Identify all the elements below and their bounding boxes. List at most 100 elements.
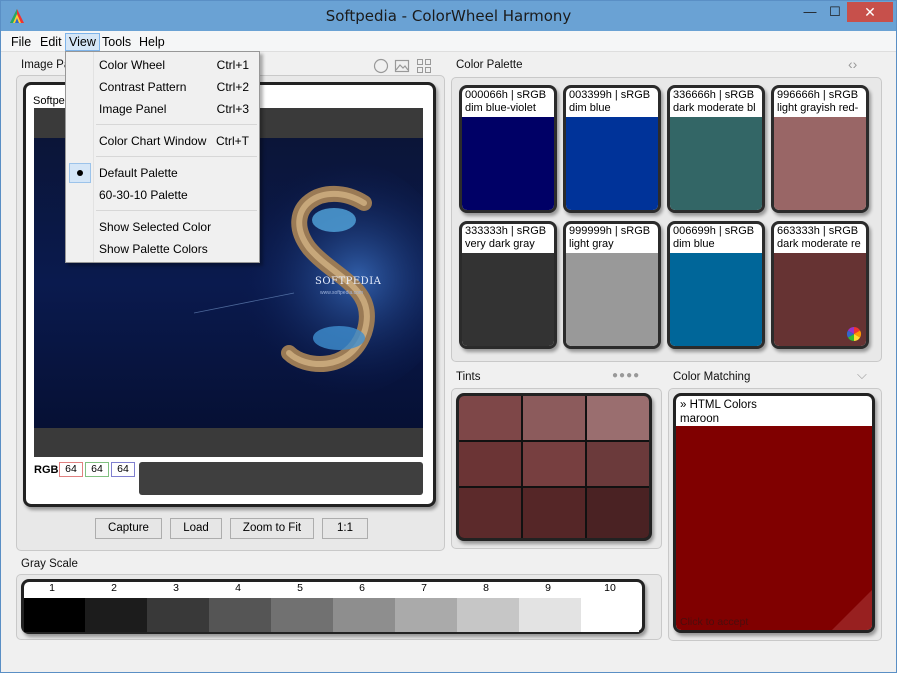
rgb-red-value[interactable]: 64 (59, 462, 83, 477)
gray-swatch[interactable] (395, 598, 457, 632)
swatch-hex: 336666h | sRGB (673, 89, 755, 101)
tint-swatch[interactable] (587, 396, 649, 440)
gray-swatch[interactable] (85, 598, 147, 632)
grid-tool-icon[interactable] (416, 58, 432, 74)
swatch-color (670, 253, 762, 346)
menu-separator (96, 210, 257, 211)
menu-help[interactable]: Help (136, 33, 168, 51)
app-window: Softpedia - ColorWheel Harmony — ☐ ✕ Fil… (0, 0, 897, 673)
actual-size-button[interactable]: 1:1 (322, 518, 368, 539)
swatch-hex: 663333h | sRGB (777, 225, 859, 237)
menu-item-color-chart-window[interactable]: Color Chart Window Ctrl+T (99, 131, 259, 151)
color-palette-label: Color Palette (456, 59, 523, 71)
menu-item-show-selected-color[interactable]: Show Selected Color (99, 217, 259, 237)
tint-swatch[interactable] (523, 488, 585, 538)
swatch-card[interactable]: 000066h | sRGB dim blue-violet (459, 85, 557, 213)
swatch-hex: 003399h | sRGB (569, 89, 651, 101)
swatch-hex: 006699h | sRGB (673, 225, 755, 237)
view-dropdown-menu: Color Wheel Ctrl+1 Contrast Pattern Ctrl+2… (65, 51, 260, 263)
chevron-down-icon[interactable]: ⌵ (857, 367, 867, 383)
gray-step-number: 2 (111, 582, 117, 594)
sampled-color-preview (139, 462, 423, 495)
menu-view[interactable]: View (65, 33, 100, 51)
tints-label: Tints (456, 371, 481, 383)
image-tool-icon[interactable] (394, 58, 410, 74)
swatch-name: light grayish red- (777, 102, 859, 114)
menu-tools[interactable]: Tools (99, 33, 134, 51)
gray-swatch[interactable] (333, 598, 395, 632)
gray-swatch[interactable] (24, 598, 85, 632)
menu-gutter (93, 52, 94, 262)
tint-swatch[interactable] (459, 488, 521, 538)
swatch-color (566, 253, 658, 346)
menu-edit[interactable]: Edit (37, 33, 65, 51)
rgb-blue-value[interactable]: 64 (111, 462, 135, 477)
gray-swatch[interactable] (457, 598, 519, 632)
swatch-color (670, 117, 762, 210)
swatch-card[interactable]: 996666h | sRGB light grayish red- (771, 85, 869, 213)
click-to-accept-text: Click to accept (680, 616, 749, 628)
swatch-card[interactable]: 003399h | sRGB dim blue (563, 85, 661, 213)
gray-swatch[interactable] (519, 598, 581, 632)
menu-bar: File Edit View Tools Help (1, 31, 896, 52)
gray-swatch[interactable] (209, 598, 271, 632)
swatch-color (462, 253, 554, 346)
minimize-button[interactable]: — (797, 2, 823, 22)
close-button[interactable]: ✕ (847, 2, 893, 22)
swatch-name: dim blue (569, 102, 611, 114)
swatch-hex: 000066h | sRGB (465, 89, 547, 101)
tint-swatch[interactable] (523, 396, 585, 440)
tint-swatch[interactable] (587, 442, 649, 486)
load-button[interactable]: Load (170, 518, 222, 539)
tint-swatch[interactable] (587, 488, 649, 538)
corner-fold (832, 590, 872, 630)
menu-item-contrast-pattern[interactable]: Contrast Pattern Ctrl+2 (99, 77, 259, 97)
swatch-card[interactable]: 333333h | sRGB very dark gray (459, 221, 557, 349)
menu-file[interactable]: File (8, 33, 34, 51)
swatch-color (774, 117, 866, 210)
swatch-name: dark moderate re (777, 238, 861, 250)
menu-separator (96, 156, 257, 157)
tints-options-icon[interactable]: ●●●● (612, 370, 640, 381)
swatch-name: dark moderate bl (673, 102, 756, 114)
swatch-card[interactable]: 999999h | sRGB light gray (563, 221, 661, 349)
tint-swatch[interactable] (459, 442, 521, 486)
menu-item-show-palette-colors[interactable]: Show Palette Colors (99, 239, 259, 259)
gray-step-number: 4 (235, 582, 241, 594)
zoom-to-fit-button[interactable]: Zoom to Fit (230, 518, 314, 539)
menu-item-default-palette[interactable]: Default Palette (99, 163, 259, 183)
color-matching-label: Color Matching (673, 371, 751, 383)
swatch-card[interactable]: 006699h | sRGB dim blue (667, 221, 765, 349)
color-matching-card[interactable]: » HTML Colors maroon Click to accept (673, 393, 875, 633)
swatch-color (566, 117, 658, 210)
menu-item-60-30-10-palette[interactable]: 60-30-10 Palette (99, 185, 259, 205)
gray-swatch[interactable] (271, 598, 333, 632)
gray-step-number: 6 (359, 582, 365, 594)
rgb-green-value[interactable]: 64 (85, 462, 109, 477)
capture-button[interactable]: Capture (95, 518, 162, 539)
tint-swatch[interactable] (459, 396, 521, 440)
maximize-button[interactable]: ☐ (823, 2, 847, 22)
swatch-name: very dark gray (465, 238, 535, 250)
circle-tool-icon[interactable] (373, 58, 389, 74)
menu-item-image-panel[interactable]: Image Panel Ctrl+3 (99, 99, 259, 119)
palette-nav-icon[interactable]: ‹› (848, 56, 857, 72)
tint-swatch[interactable] (523, 442, 585, 486)
swatch-color (462, 117, 554, 210)
gray-step-number: 3 (173, 582, 179, 594)
image-card-label: Softpe (33, 95, 65, 107)
swatch-card[interactable]: 663333h | sRGB dark moderate re (771, 221, 869, 349)
swatch-name: light gray (569, 238, 614, 250)
tints-card[interactable] (456, 393, 652, 541)
color-wheel-icon[interactable] (846, 326, 862, 342)
gray-swatch[interactable] (581, 598, 639, 632)
swatch-name: dim blue (673, 238, 715, 250)
rgb-label: RGB (34, 464, 59, 476)
gray-step-number: 8 (483, 582, 489, 594)
menu-item-color-wheel[interactable]: Color Wheel Ctrl+1 (99, 55, 259, 75)
image-watermark-text: SOFTPEDIA (315, 276, 382, 287)
swatch-card[interactable]: 336666h | sRGB dark moderate bl (667, 85, 765, 213)
swatch-hex: 999999h | sRGB (569, 225, 651, 237)
window-title: Softpedia - ColorWheel Harmony (325, 7, 572, 25)
gray-swatch[interactable] (147, 598, 209, 632)
